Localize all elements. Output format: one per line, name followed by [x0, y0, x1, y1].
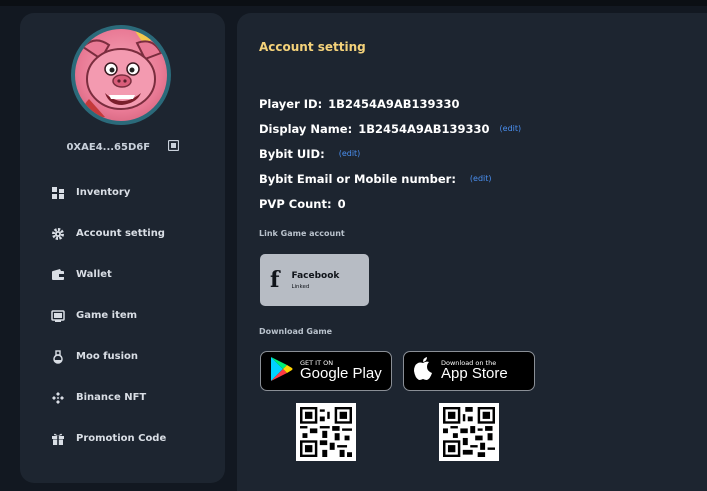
facebook-name: Facebook: [291, 270, 340, 281]
account-info: Player ID: 1B2454A9AB139330 Display Name…: [259, 91, 699, 216]
sidebar-item-label: Account setting: [76, 228, 165, 239]
inventory-icon: [50, 185, 66, 201]
display-name-label: Display Name:: [259, 121, 353, 136]
bybit-uid-row: Bybit UID: (edit): [259, 141, 699, 166]
top-strip: [0, 0, 707, 6]
facebook-icon: f: [270, 267, 280, 293]
sidebar-item-moo-fusion[interactable]: Moo fusion: [20, 336, 225, 377]
google-play-big-text: Google Play: [300, 365, 382, 382]
binance-icon: [50, 390, 66, 406]
pig-character-image: [81, 29, 163, 119]
edit-bybit-contact-link[interactable]: (edit): [470, 174, 492, 183]
sidebar-item-label: Game item: [76, 310, 138, 321]
sidebar: 0XAE4...65D6F Inventory Account setting …: [20, 13, 225, 483]
flask-icon: [50, 349, 66, 365]
download-game-label: Download Game: [259, 327, 333, 336]
display-name-row: Display Name: 1B2454A9AB139330 (edit): [259, 116, 699, 141]
google-play-qr-code: [296, 403, 356, 461]
sidebar-item-wallet[interactable]: Wallet: [20, 254, 225, 295]
game-item-icon: [50, 308, 66, 324]
edit-bybit-uid-link[interactable]: (edit): [339, 149, 361, 158]
pvp-count-row: PVP Count: 0: [259, 191, 699, 216]
gift-icon: [50, 431, 66, 447]
pvp-count-label: PVP Count:: [259, 196, 332, 211]
sidebar-item-account-setting[interactable]: Account setting: [20, 213, 225, 254]
sidebar-item-binance-nft[interactable]: Binance NFT: [20, 377, 225, 418]
qr-code-image: [300, 407, 352, 457]
app-store-qr-code: [439, 403, 499, 461]
player-id-label: Player ID:: [259, 96, 323, 111]
edit-display-name-link[interactable]: (edit): [500, 124, 522, 133]
sidebar-item-label: Promotion Code: [76, 433, 167, 444]
sidebar-menu: Inventory Account setting Wallet Game it…: [20, 172, 225, 459]
bybit-uid-label: Bybit UID:: [259, 146, 325, 161]
facebook-link-card[interactable]: f Facebook Linked: [260, 254, 369, 306]
sidebar-item-inventory[interactable]: Inventory: [20, 172, 225, 213]
bybit-contact-label: Bybit Email or Mobile number:: [259, 171, 456, 186]
apple-icon: [412, 356, 434, 386]
page-title: Account setting: [259, 40, 366, 54]
google-play-button[interactable]: GET IT ON Google Play: [260, 351, 392, 391]
sidebar-item-label: Wallet: [76, 269, 112, 280]
player-id-row: Player ID: 1B2454A9AB139330: [259, 91, 699, 116]
wallet-address: 0XAE4...65D6F: [66, 142, 151, 153]
sidebar-item-game-item[interactable]: Game item: [20, 295, 225, 336]
sidebar-item-label: Moo fusion: [76, 351, 139, 362]
main-panel: Account setting Player ID: 1B2454A9AB139…: [237, 13, 707, 491]
gear-icon: [50, 226, 66, 242]
facebook-status: Linked: [291, 283, 310, 290]
sidebar-item-promotion-code[interactable]: Promotion Code: [20, 418, 225, 459]
copy-icon[interactable]: [167, 139, 179, 154]
link-game-account-label: Link Game account: [259, 229, 345, 238]
pvp-count-value: 0: [337, 196, 346, 211]
bybit-contact-row: Bybit Email or Mobile number: (edit): [259, 166, 699, 191]
sidebar-item-label: Inventory: [76, 187, 131, 198]
avatar-image: [75, 29, 167, 121]
display-name-value: 1B2454A9AB139330: [358, 121, 490, 136]
player-id-value: 1B2454A9AB139330: [328, 96, 460, 111]
wallet-icon: [50, 267, 66, 283]
avatar[interactable]: [71, 25, 171, 125]
wallet-address-row: 0XAE4...65D6F: [20, 139, 225, 154]
app-store-big-text: App Store: [441, 365, 508, 382]
sidebar-item-label: Binance NFT: [76, 392, 147, 403]
app-store-button[interactable]: Download on the App Store: [403, 351, 535, 391]
qr-code-image: [443, 407, 495, 457]
google-play-icon: [269, 356, 293, 386]
